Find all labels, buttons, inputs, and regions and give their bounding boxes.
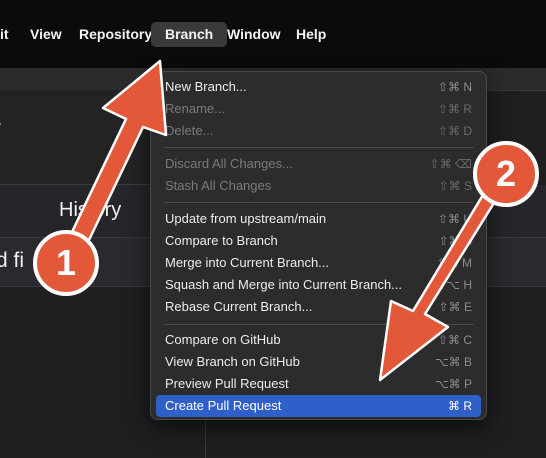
step-badge-1: 1 [33,230,99,296]
annotation-arrows [59,59,509,382]
step-badge-2: 2 [473,141,539,207]
arrow-2 [378,173,509,382]
